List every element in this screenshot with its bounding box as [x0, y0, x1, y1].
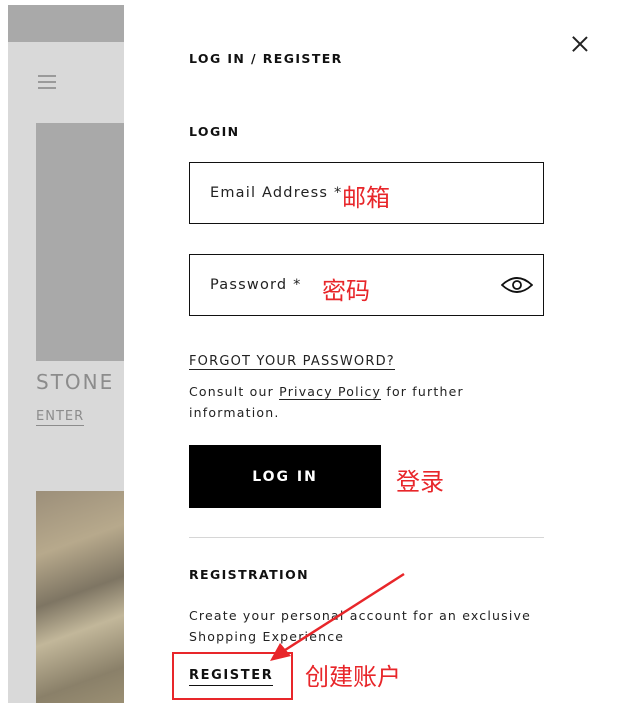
annotation-arrow-icon — [270, 572, 405, 661]
